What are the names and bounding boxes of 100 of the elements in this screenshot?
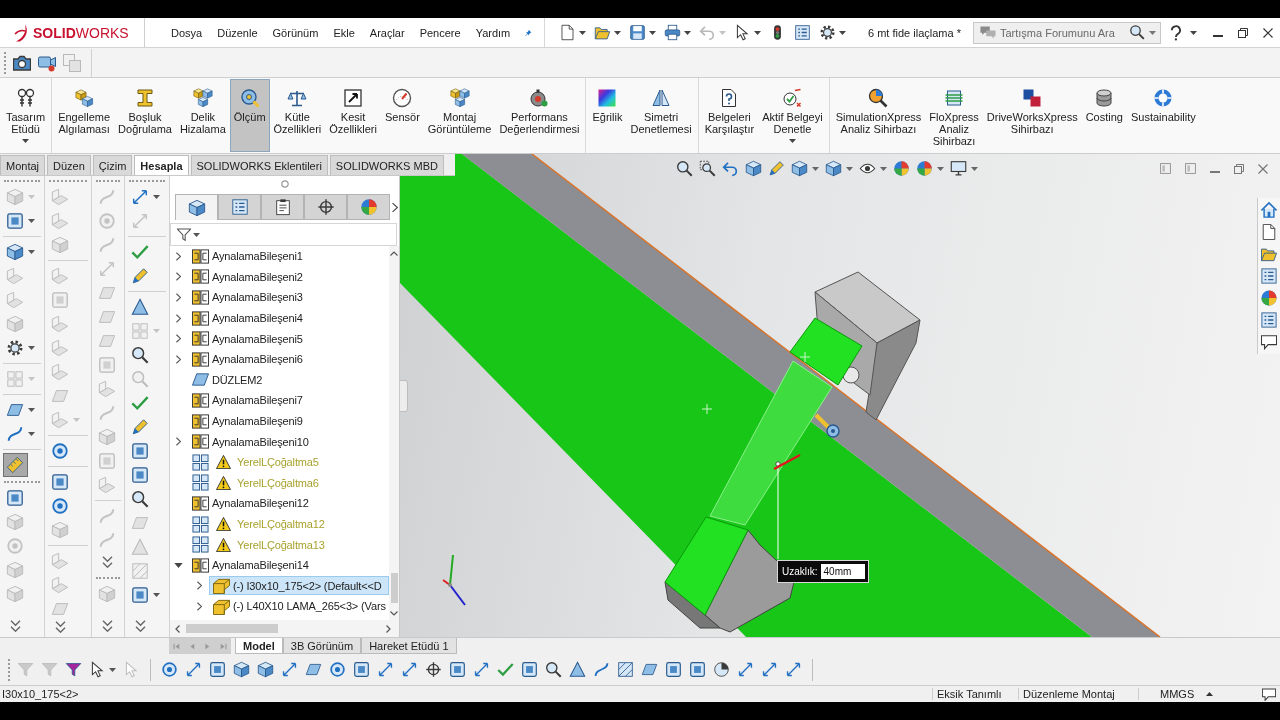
list-icon[interactable]	[1261, 312, 1277, 328]
ribbon-button[interactable]: Sustainability	[1126, 79, 1200, 152]
window-tile-icon[interactable]	[1160, 163, 1171, 174]
ribbon-button[interactable]: Performans Değerlendirmesi	[495, 79, 584, 152]
caret-icon[interactable]	[28, 346, 35, 350]
ribbon-button[interactable]: Aktif Belgeyi Denetle	[758, 79, 827, 152]
ring-icon[interactable]	[161, 661, 178, 678]
tree-item[interactable]: AynalamaBileşeni14	[188, 555, 312, 575]
caret-icon[interactable]	[846, 166, 853, 171]
tree-item[interactable]: AynalamaBileşeni5	[188, 329, 306, 349]
gear-icon[interactable]	[6, 339, 24, 357]
caret-icon[interactable]	[28, 219, 35, 223]
help-icon[interactable]	[1170, 24, 1181, 41]
search-input[interactable]: Tartışma Forumunu Ara	[999, 26, 1126, 39]
menu-item[interactable]: Araçlar	[369, 26, 405, 39]
video-camera-icon[interactable]	[38, 53, 56, 72]
panel-tab[interactable]	[261, 194, 304, 220]
down-arrow-icon[interactable]	[173, 562, 183, 568]
cube-icon[interactable]	[257, 661, 274, 678]
magnifier-icon[interactable]	[676, 160, 693, 177]
ribbon-button[interactable]: Boşluk Doğrulama	[114, 79, 176, 152]
check-icon[interactable]	[497, 661, 514, 678]
caret-icon[interactable]	[971, 166, 978, 171]
drag-handle-icon[interactable]	[280, 180, 289, 188]
ribbon-button[interactable]: Kütle Özellikleri	[269, 79, 326, 152]
caret-icon[interactable]	[109, 667, 116, 672]
tab[interactable]: 3B Görünüm	[282, 638, 362, 654]
ring-icon[interactable]	[329, 661, 346, 678]
tab[interactable]: Hareket Etüdü 1	[361, 638, 457, 654]
pen-icon[interactable]	[768, 160, 785, 177]
cube-icon[interactable]	[745, 160, 762, 177]
search-icon[interactable]	[1129, 25, 1145, 40]
caret-icon[interactable]	[754, 30, 761, 35]
document-icon[interactable]	[1261, 224, 1277, 240]
square-frame-icon[interactable]	[665, 661, 682, 678]
menu-item[interactable]: Pencere	[419, 26, 461, 39]
gear-icon[interactable]	[819, 24, 836, 41]
cursor-icon[interactable]	[734, 24, 751, 41]
caret-icon[interactable]	[28, 432, 35, 436]
chat-icon[interactable]	[1262, 687, 1276, 701]
caret-icon[interactable]	[22, 139, 30, 143]
caret-icon[interactable]	[579, 30, 586, 35]
minimize-icon[interactable]	[1213, 34, 1223, 37]
menu-item[interactable]: Görünüm	[272, 26, 319, 39]
arrow-line-icon[interactable]	[761, 661, 778, 678]
tree-item[interactable]: AynalamaBileşeni3	[188, 288, 306, 307]
close-icon[interactable]	[1263, 27, 1273, 38]
arrow-line-icon[interactable]	[185, 661, 202, 678]
check-icon[interactable]	[131, 394, 149, 412]
tree-item[interactable]: AynalamaBileşeni12	[188, 493, 312, 513]
monitor-icon[interactable]	[950, 160, 967, 177]
tab[interactable]: Hesapla	[134, 155, 189, 175]
ribbon-button[interactable]: Costing	[1081, 79, 1127, 152]
camera-icon[interactable]	[13, 53, 31, 72]
arrow-line-icon[interactable]	[785, 661, 802, 678]
tree-item[interactable]: AynalamaBileşeni6	[188, 349, 306, 369]
check-icon[interactable]	[131, 243, 149, 261]
caret-icon[interactable]	[649, 30, 656, 35]
square-frame-icon[interactable]	[449, 661, 466, 678]
caret-icon[interactable]	[614, 30, 621, 35]
cube-icon[interactable]	[233, 661, 250, 678]
square-frame-icon[interactable]	[6, 489, 24, 507]
upper-bracket[interactable]	[789, 271, 921, 421]
square-frame-icon[interactable]	[353, 661, 370, 678]
pen-icon[interactable]	[131, 267, 149, 285]
crosshair-icon[interactable]	[425, 661, 442, 678]
ring-icon[interactable]	[51, 442, 69, 460]
cursor-icon[interactable]	[89, 661, 106, 678]
caret-icon[interactable]	[880, 166, 887, 171]
square-frame-icon[interactable]	[51, 473, 69, 491]
double-chevron-icon[interactable]	[135, 620, 146, 632]
list-icon[interactable]	[1261, 268, 1277, 284]
caret-icon[interactable]	[839, 30, 846, 35]
double-chevron-icon[interactable]	[102, 620, 113, 632]
tab[interactable]: SOLIDWORKS Eklentileri	[190, 155, 328, 175]
tree-item[interactable]: AynalamaBileşeni7	[188, 390, 306, 410]
document-icon[interactable]	[559, 24, 576, 41]
ribbon-button[interactable]: Ölçüm	[229, 79, 270, 152]
chevron-right-icon[interactable]	[392, 201, 398, 213]
magnifier-icon[interactable]	[131, 346, 149, 364]
double-chevron-icon[interactable]	[10, 620, 21, 632]
units-selector[interactable]: MMGS	[1160, 688, 1195, 700]
quartered-circle-icon[interactable]	[916, 160, 933, 177]
filter-field[interactable]	[170, 223, 397, 246]
cube-icon[interactable]	[825, 160, 842, 177]
splitter-handle[interactable]	[400, 380, 408, 412]
tab[interactable]: SOLIDWORKS MBD	[329, 155, 444, 175]
ribbon-button[interactable]: Simetri Denetlemesi	[626, 79, 696, 152]
tree-item[interactable]: AynalamaBileşeni2	[188, 267, 306, 287]
window-tile-icon[interactable]	[1185, 163, 1196, 174]
caret-icon[interactable]	[937, 166, 944, 171]
square-frame-icon[interactable]	[131, 586, 149, 604]
double-chevron-icon[interactable]	[102, 556, 113, 568]
panel-tab[interactable]	[175, 194, 218, 220]
tree-item[interactable]: AynalamaBileşeni10	[188, 432, 312, 452]
caret-up-icon[interactable]	[1206, 692, 1214, 696]
curve-icon[interactable]	[6, 425, 24, 443]
ribbon-button[interactable]: DriveWorksXpress Sihirbazı	[982, 79, 1082, 152]
square-frame-icon[interactable]	[131, 442, 149, 460]
quartered-circle-icon[interactable]	[1261, 290, 1277, 306]
